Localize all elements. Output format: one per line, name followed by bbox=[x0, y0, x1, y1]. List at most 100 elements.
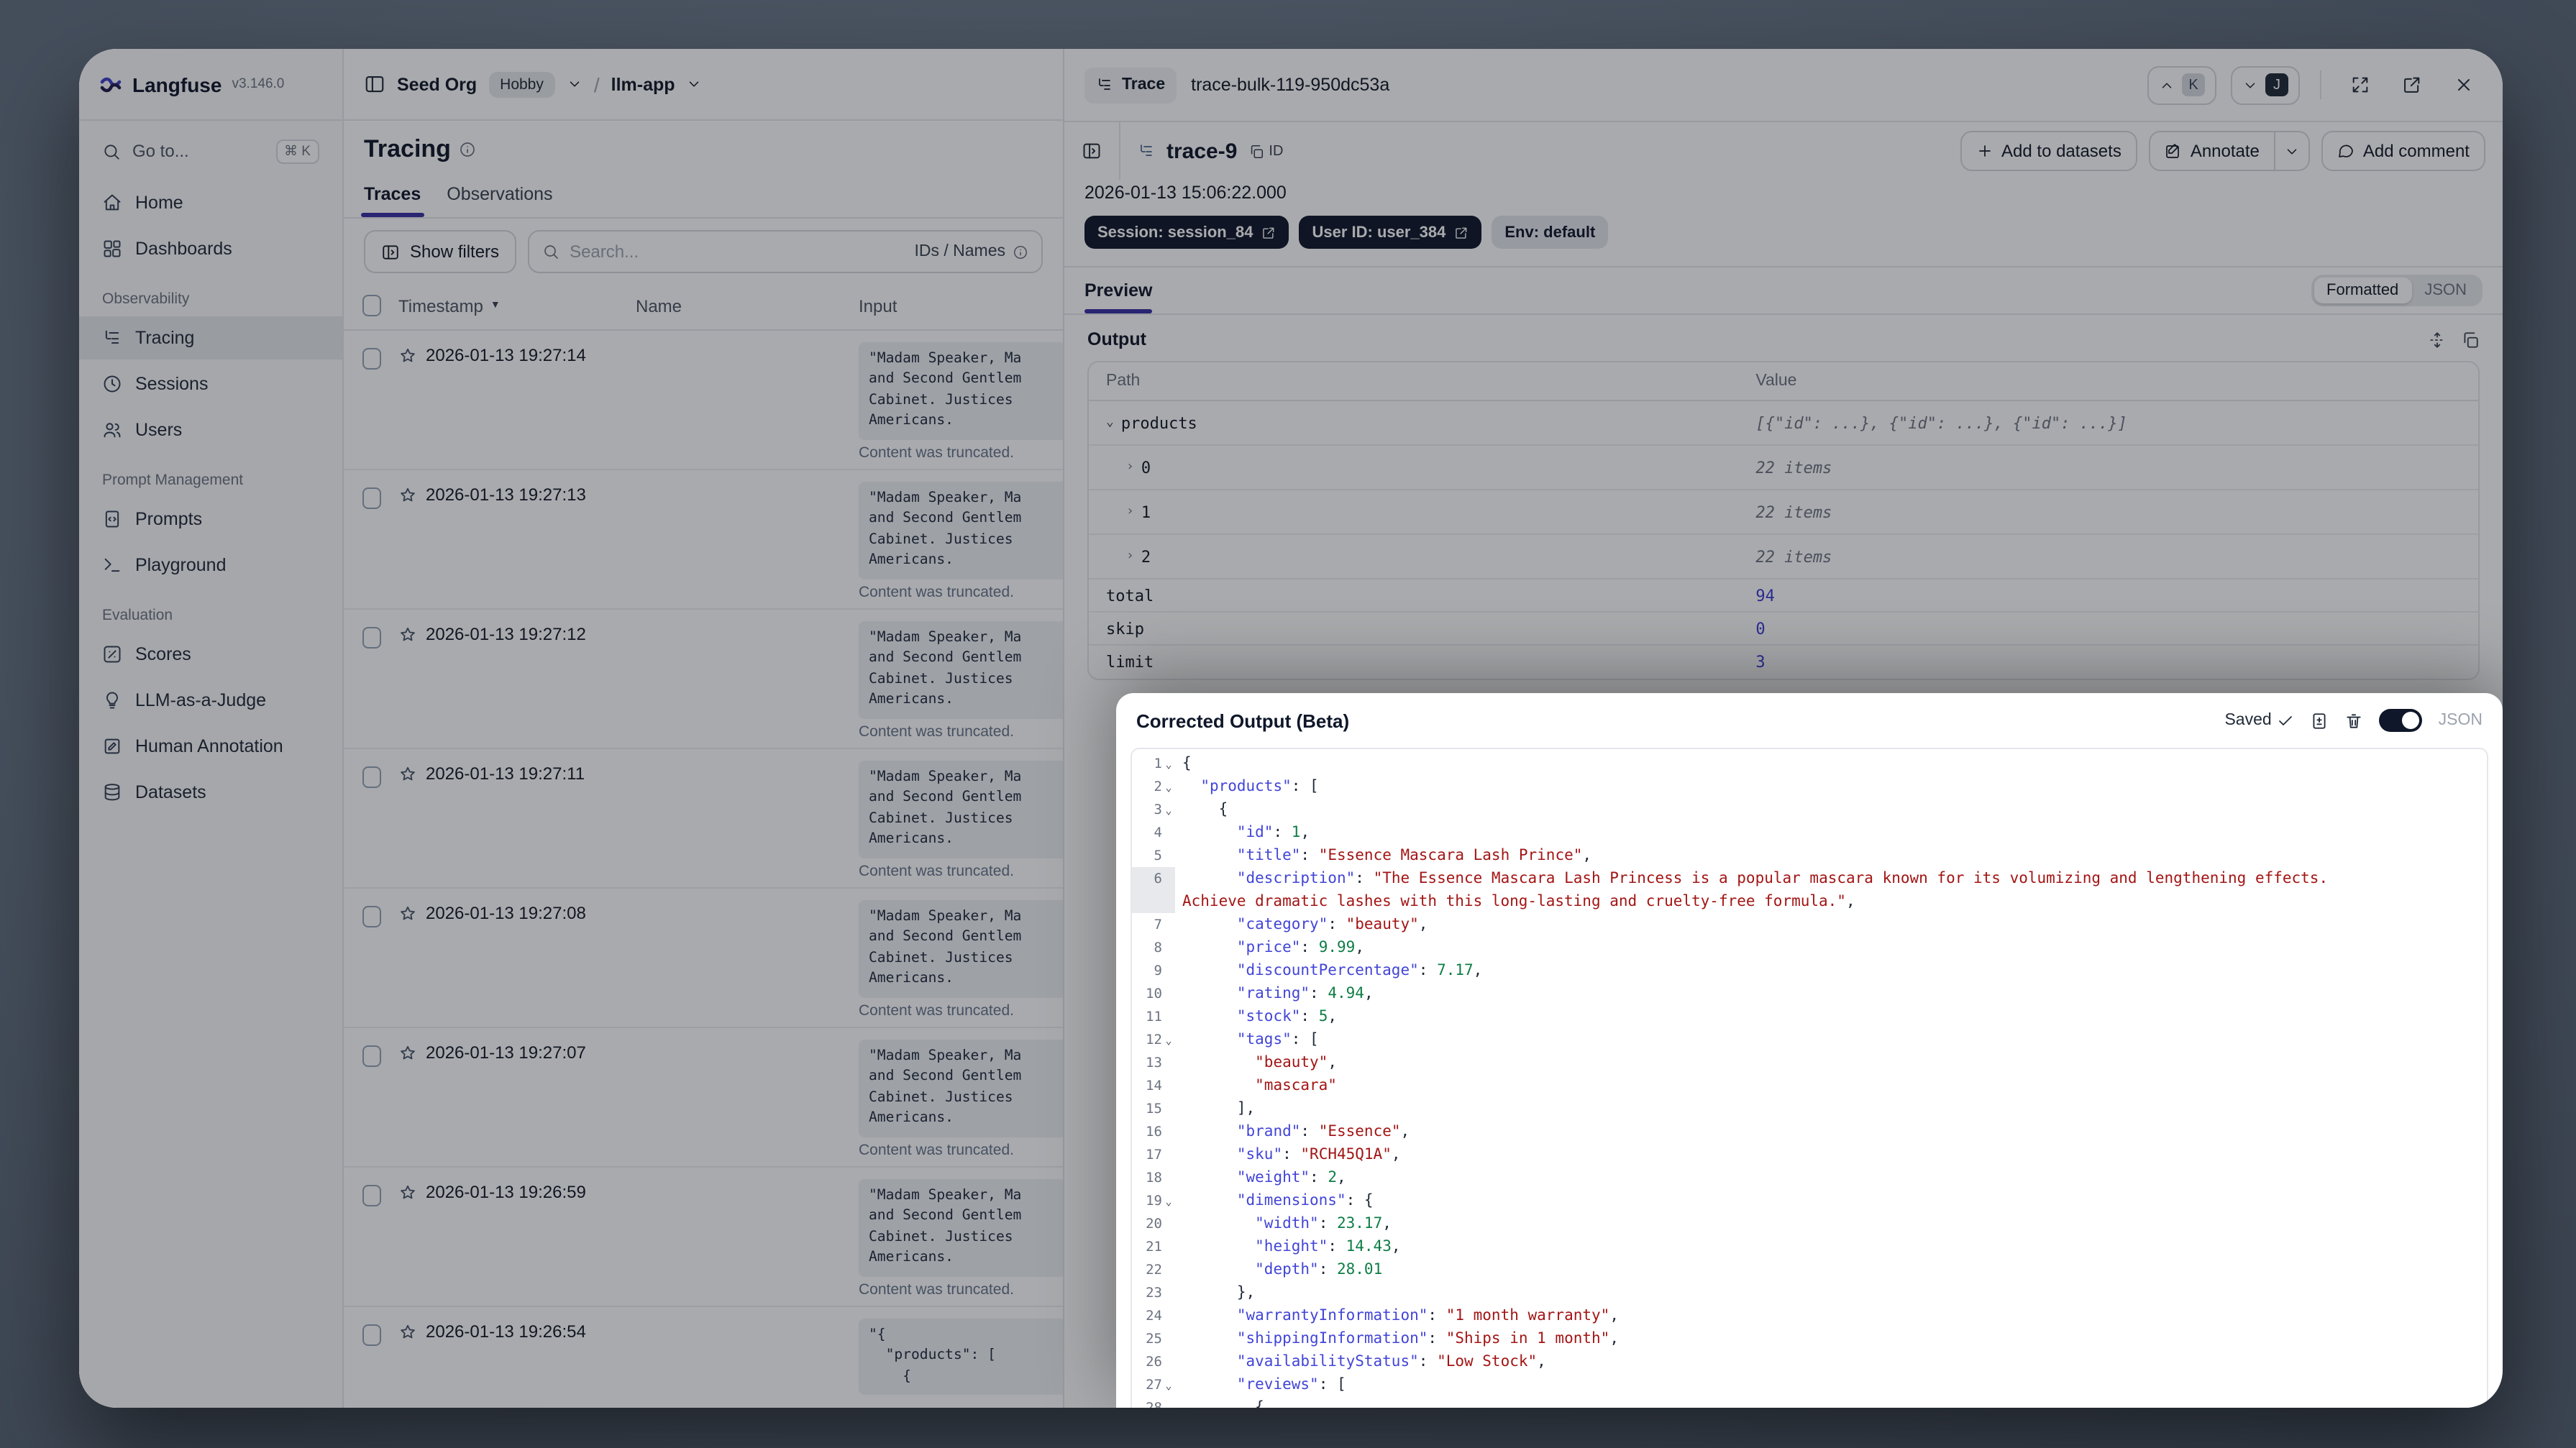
code-text: }, bbox=[1236, 1284, 1256, 1301]
code-line: 9 "discountPercentage": 7.17, bbox=[1132, 959, 2487, 982]
gutter: 9 bbox=[1132, 959, 1175, 982]
check-icon bbox=[2278, 712, 2295, 729]
code-text: "category": "beauty", bbox=[1236, 916, 1428, 933]
code-text: "reviews": [ bbox=[1236, 1376, 1346, 1393]
gutter: 22 bbox=[1132, 1258, 1175, 1281]
gutter: 14 bbox=[1132, 1074, 1175, 1097]
code-line: 11 "stock": 5, bbox=[1132, 1005, 2487, 1028]
code-text: "products": [ bbox=[1200, 778, 1319, 795]
file-diff-icon[interactable] bbox=[2311, 711, 2329, 730]
code-line: 25 "shippingInformation": "Ships in 1 mo… bbox=[1132, 1327, 2487, 1350]
code-line: Achieve dramatic lashes with this long-l… bbox=[1132, 890, 2487, 913]
code-text: { bbox=[1182, 755, 1192, 772]
gutter: 4 bbox=[1132, 821, 1175, 844]
code-text: "brand": "Essence", bbox=[1236, 1123, 1410, 1140]
line-number: 26 bbox=[1146, 1354, 1162, 1370]
gutter: 25 bbox=[1132, 1327, 1175, 1350]
code-text: "tags": [ bbox=[1236, 1031, 1319, 1048]
desktop: Langfuse v3.146.0 Go to... ⌘ K Home Dashb… bbox=[0, 0, 2576, 1448]
fold-arrow-icon[interactable]: ⌄ bbox=[1162, 803, 1175, 816]
code-line: 4 "id": 1, bbox=[1132, 821, 2487, 844]
line-number: 18 bbox=[1146, 1170, 1162, 1186]
line-number: 21 bbox=[1146, 1239, 1162, 1255]
fold-arrow-icon[interactable]: ⌄ bbox=[1162, 1401, 1175, 1408]
code-line: 16 "brand": "Essence", bbox=[1132, 1120, 2487, 1143]
fold-arrow-icon[interactable]: ⌄ bbox=[1162, 757, 1175, 770]
gutter: 12 ⌄ bbox=[1132, 1028, 1175, 1051]
fold-arrow-icon[interactable]: ⌄ bbox=[1162, 1378, 1175, 1391]
gutter: 24 bbox=[1132, 1304, 1175, 1327]
code-text: "width": 23.17, bbox=[1255, 1215, 1392, 1232]
line-number: 17 bbox=[1146, 1147, 1162, 1163]
gutter: 7 bbox=[1132, 913, 1175, 936]
code-line: 5 "title": "Essence Mascara Lash Prince"… bbox=[1132, 844, 2487, 867]
code-text: "title": "Essence Mascara Lash Prince", bbox=[1236, 847, 1592, 864]
gutter: 23 bbox=[1132, 1281, 1175, 1304]
json-toggle-label: JSON bbox=[2438, 712, 2483, 729]
gutter bbox=[1132, 890, 1175, 913]
line-number: 27 bbox=[1146, 1377, 1162, 1393]
line-number: 7 bbox=[1154, 917, 1162, 933]
code-line: 19 ⌄ "dimensions": { bbox=[1132, 1189, 2487, 1212]
gutter: 19 ⌄ bbox=[1132, 1189, 1175, 1212]
code-text: "price": 9.99, bbox=[1236, 939, 1364, 956]
line-number: 15 bbox=[1146, 1101, 1162, 1117]
code-text: "weight": 2, bbox=[1236, 1169, 1346, 1186]
json-editor[interactable]: 1 ⌄{2 ⌄ "products": [3 ⌄ {4 "id": 1, 5 "titl… bbox=[1131, 748, 2488, 1408]
gutter: 16 bbox=[1132, 1120, 1175, 1143]
fold-arrow-icon[interactable]: ⌄ bbox=[1162, 1033, 1175, 1046]
code-line: 22 "depth": 28.01 bbox=[1132, 1258, 2487, 1281]
gutter: 26 bbox=[1132, 1350, 1175, 1373]
line-number: 2 bbox=[1154, 779, 1162, 794]
code-text: "id": 1, bbox=[1236, 824, 1310, 841]
code-text: "rating": 4.94, bbox=[1236, 985, 1374, 1002]
code-text: ], bbox=[1236, 1100, 1256, 1117]
gutter: 11 bbox=[1132, 1005, 1175, 1028]
code-text: "sku": "RCH45Q1A", bbox=[1236, 1146, 1401, 1163]
line-number: 1 bbox=[1154, 756, 1162, 771]
saved-label: Saved bbox=[2224, 712, 2272, 729]
gutter: 15 bbox=[1132, 1097, 1175, 1120]
line-number: 3 bbox=[1154, 802, 1162, 817]
line-number: 14 bbox=[1146, 1078, 1162, 1094]
code-line: 27 ⌄ "reviews": [ bbox=[1132, 1373, 2487, 1396]
line-number: 16 bbox=[1146, 1124, 1162, 1140]
gutter: 10 bbox=[1132, 982, 1175, 1005]
line-number: 22 bbox=[1146, 1262, 1162, 1278]
code-line: 13 "beauty", bbox=[1132, 1051, 2487, 1074]
code-line: 2 ⌄ "products": [ bbox=[1132, 775, 2487, 798]
code-line: 7 "category": "beauty", bbox=[1132, 913, 2487, 936]
gutter: 8 bbox=[1132, 936, 1175, 959]
app-window: Langfuse v3.146.0 Go to... ⌘ K Home Dashb… bbox=[79, 49, 2503, 1408]
line-number: 9 bbox=[1154, 963, 1162, 979]
code-text: Achieve dramatic lashes with this long-l… bbox=[1182, 893, 1855, 910]
code-line: 15 ], bbox=[1132, 1097, 2487, 1120]
gutter: 6 bbox=[1132, 867, 1175, 890]
code-text: "shippingInformation": "Ships in 1 month… bbox=[1236, 1330, 1619, 1347]
code-text: "height": 14.43, bbox=[1255, 1238, 1401, 1255]
code-line: 12 ⌄ "tags": [ bbox=[1132, 1028, 2487, 1051]
gutter: 13 bbox=[1132, 1051, 1175, 1074]
json-toggle[interactable] bbox=[2379, 709, 2423, 732]
saved-status: Saved bbox=[2224, 712, 2294, 729]
gutter: 20 bbox=[1132, 1212, 1175, 1235]
line-number: 19 bbox=[1146, 1193, 1162, 1209]
gutter: 1 ⌄ bbox=[1132, 752, 1175, 775]
code-line: 3 ⌄ { bbox=[1132, 798, 2487, 821]
gutter: 2 ⌄ bbox=[1132, 775, 1175, 798]
code-text: "depth": 28.01 bbox=[1255, 1261, 1383, 1278]
line-number: 24 bbox=[1146, 1308, 1162, 1324]
code-line: 21 "height": 14.43, bbox=[1132, 1235, 2487, 1258]
fold-arrow-icon[interactable]: ⌄ bbox=[1162, 780, 1175, 793]
code-line: 14 "mascara" bbox=[1132, 1074, 2487, 1097]
gutter: 21 bbox=[1132, 1235, 1175, 1258]
fold-arrow-icon[interactable]: ⌄ bbox=[1162, 1194, 1175, 1207]
line-number: 23 bbox=[1146, 1285, 1162, 1301]
code-text: "warrantyInformation": "1 month warranty… bbox=[1236, 1307, 1619, 1324]
code-text: "dimensions": { bbox=[1236, 1192, 1374, 1209]
trash-icon[interactable] bbox=[2345, 711, 2364, 730]
gutter: 28 ⌄ bbox=[1132, 1396, 1175, 1408]
code-line: 8 "price": 9.99, bbox=[1132, 936, 2487, 959]
gutter: 18 bbox=[1132, 1166, 1175, 1189]
code-text: { bbox=[1218, 801, 1228, 818]
